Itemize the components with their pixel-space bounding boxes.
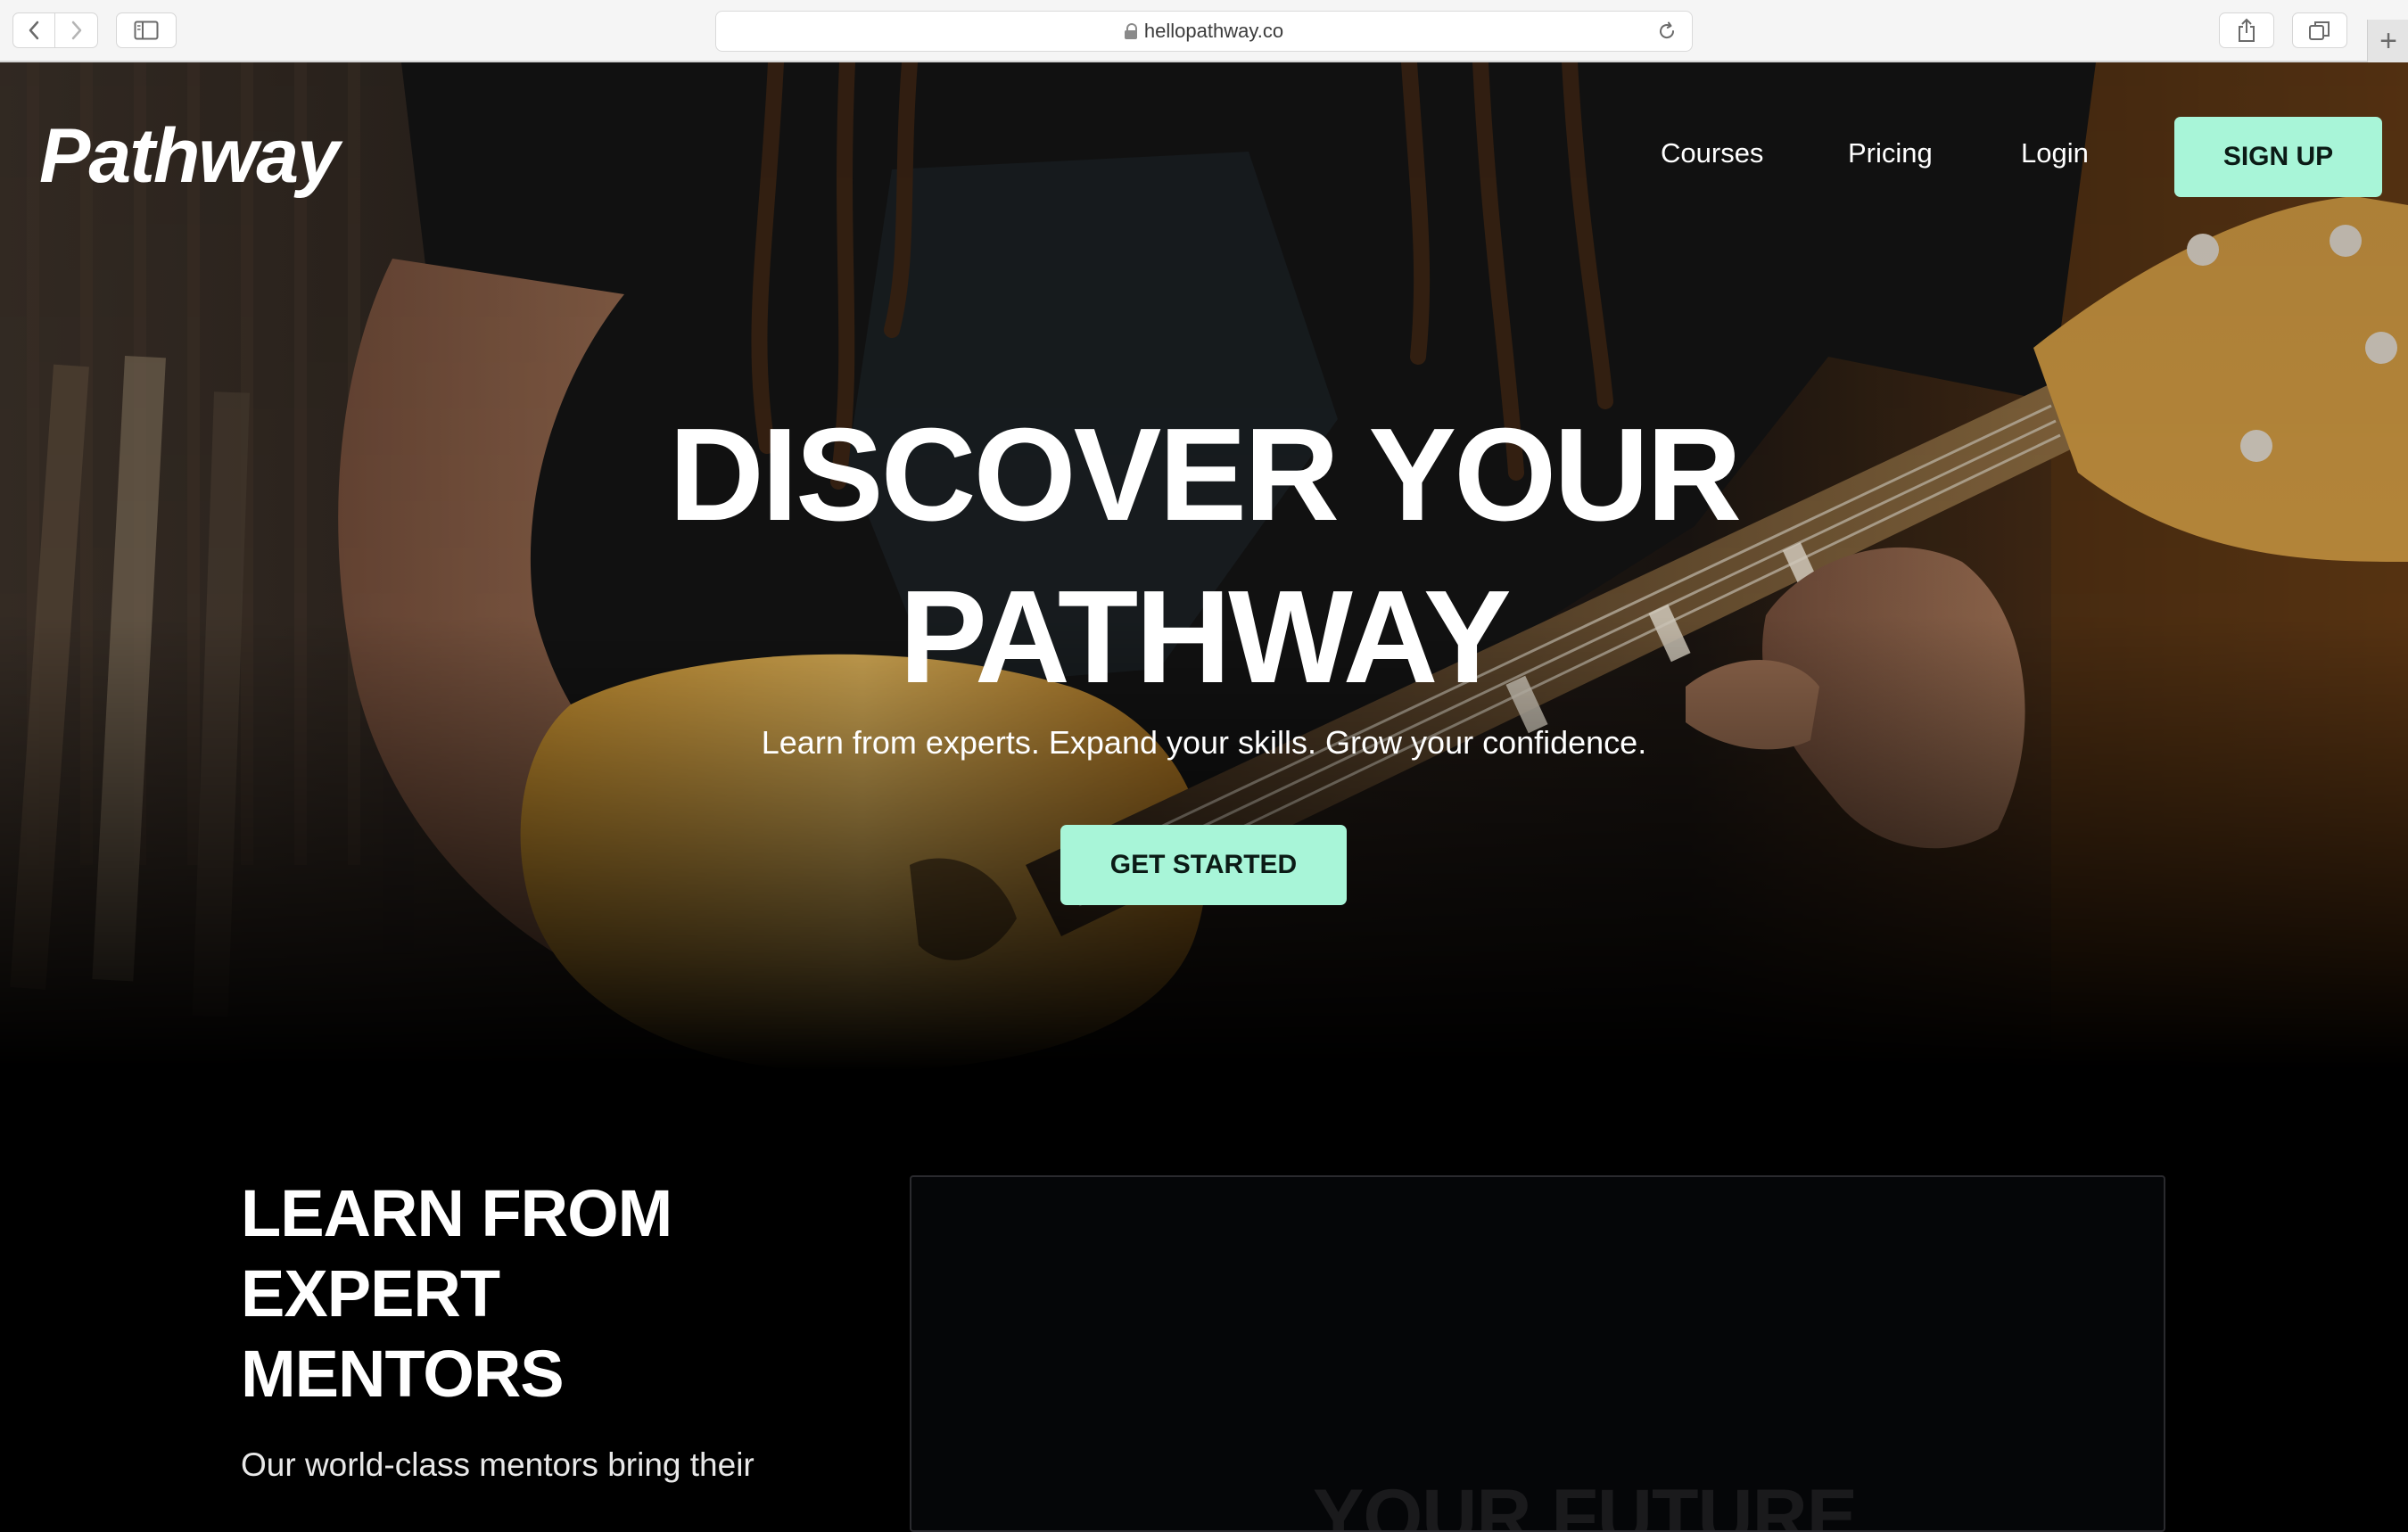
hero-title-line-2: PATHWAY <box>899 564 1511 711</box>
new-tab-button[interactable]: + <box>2367 20 2408 62</box>
history-buttons <box>12 12 98 50</box>
tab-overview-button[interactable] <box>2292 12 2347 48</box>
promo-video[interactable]: YOUR FUTURE <box>910 1175 2165 1532</box>
mentors-heading: LEARN FROM EXPERT MENTORS <box>241 1174 865 1414</box>
signup-button[interactable]: SIGN UP <box>2174 117 2382 197</box>
mentors-heading-line-2: EXPERT <box>241 1256 500 1330</box>
mentors-heading-line-3: MENTORS <box>241 1337 565 1411</box>
hero-title: DISCOVER YOUR PATHWAY <box>0 394 2408 719</box>
nav-login-link[interactable]: Login <box>2021 137 2089 169</box>
tabs-icon <box>2309 21 2330 40</box>
get-started-button[interactable]: GET STARTED <box>1060 825 1347 905</box>
pathway-logo[interactable]: Pathway <box>39 112 340 201</box>
url-text: hellopathway.co <box>1143 20 1284 42</box>
share-icon <box>2239 18 2255 42</box>
hero-subtitle: Learn from experts. Expand your skills. … <box>761 724 1647 761</box>
mentors-description: Our world-class mentors bring their <box>241 1446 755 1483</box>
mentors-heading-line-1: LEARN FROM <box>241 1176 672 1250</box>
forward-button[interactable] <box>55 12 98 48</box>
video-title-text: YOUR FUTURE <box>1313 1474 1858 1532</box>
nav-courses-link[interactable]: Courses <box>1661 137 1763 169</box>
sidebar-icon <box>134 21 159 40</box>
nav-pricing-link[interactable]: Pricing <box>1848 137 1933 169</box>
address-bar[interactable]: hellopathway.co <box>715 11 1693 52</box>
sidebar-toggle-button[interactable] <box>116 12 177 48</box>
back-button[interactable] <box>12 12 55 48</box>
hero-section: Pathway Courses Pricing Login SIGN UP DI… <box>0 62 2408 1070</box>
chevron-right-icon <box>71 21 81 40</box>
hero-title-line-1: DISCOVER YOUR <box>668 401 1742 548</box>
chevron-left-icon <box>29 21 39 40</box>
reload-icon[interactable] <box>1656 21 1678 42</box>
share-button[interactable] <box>2219 12 2274 48</box>
browser-toolbar: hellopathway.co + <box>0 0 2408 62</box>
lock-icon <box>1124 23 1137 39</box>
